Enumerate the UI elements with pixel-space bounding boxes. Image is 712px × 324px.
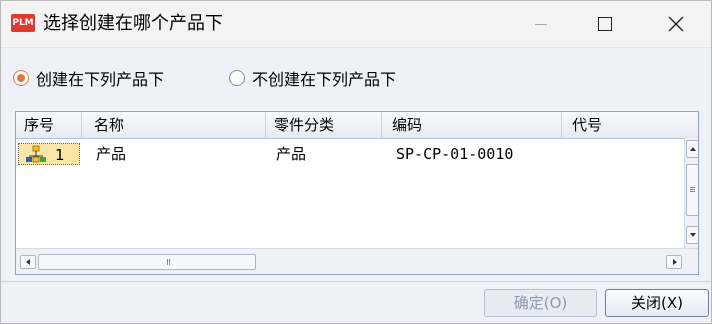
title-bar: PLM 选择创建在哪个产品下 (1, 1, 711, 48)
close-button[interactable]: 关闭(X) (605, 289, 709, 317)
radio-not-create-under-label: 不创建在下列产品下 (252, 70, 397, 89)
grip-icon (167, 259, 168, 265)
column-header-category[interactable]: 零件分类 (266, 112, 382, 138)
creation-option-group: 创建在下列产品下 不创建在下列产品下 (1, 61, 711, 93)
column-header-code[interactable]: 编码 (382, 112, 562, 138)
row-index: 1 (55, 146, 65, 164)
row-category: 产品 (276, 145, 307, 163)
grid-header: 序号 名称 零件分类 编码 代号 (16, 112, 698, 139)
row-code: SP-CP-01-0010 (396, 145, 514, 163)
row-index-cell[interactable]: 1 (18, 143, 80, 165)
radio-not-create-under[interactable]: 不创建在下列产品下 (229, 67, 396, 89)
table-row[interactable]: 1 产品 产品 SP-CP-01-0010 (16, 139, 684, 169)
product-grid: 序号 名称 零件分类 编码 代号 1 产品 产品 SP-CP-01-0010 (15, 111, 699, 275)
column-header-name[interactable]: 名称 (82, 112, 266, 138)
horizontal-scroll-thumb[interactable] (38, 254, 256, 270)
vertical-scroll-thumb[interactable] (686, 164, 698, 216)
radio-create-under[interactable]: 创建在下列产品下 (13, 67, 164, 89)
horizontal-scrollbar[interactable] (16, 248, 698, 274)
dialog-window: PLM 选择创建在哪个产品下 创建在下列产品下 不创建在下列产品下 序号 名称 … (0, 0, 712, 324)
window-title: 选择创建在哪个产品下 (43, 13, 223, 34)
close-icon (668, 16, 684, 32)
arrow-down-icon (690, 233, 696, 237)
grip-icon (690, 187, 695, 188)
ok-button[interactable]: 确定(O) (484, 289, 597, 317)
arrow-up-icon (690, 147, 696, 151)
vertical-scrollbar[interactable] (684, 138, 698, 248)
scroll-up-button[interactable] (686, 140, 698, 158)
scroll-down-button[interactable] (686, 226, 698, 244)
column-header-alias[interactable]: 代号 (562, 112, 698, 138)
arrow-left-icon (26, 259, 30, 265)
close-window-button[interactable] (653, 1, 699, 47)
plm-app-icon: PLM (11, 14, 35, 32)
product-tree-icon (26, 145, 46, 163)
maximize-button[interactable] (581, 1, 627, 47)
radio-create-under-label: 创建在下列产品下 (36, 70, 165, 89)
radio-checked-icon (13, 70, 29, 86)
arrow-right-icon (673, 259, 677, 265)
minimize-button[interactable] (519, 1, 565, 47)
radio-unchecked-icon (229, 70, 245, 86)
scroll-right-button[interactable] (666, 255, 682, 269)
scroll-left-button[interactable] (20, 255, 36, 269)
column-header-index[interactable]: 序号 (16, 112, 82, 138)
footer-divider (1, 281, 711, 282)
row-name: 产品 (96, 145, 127, 163)
